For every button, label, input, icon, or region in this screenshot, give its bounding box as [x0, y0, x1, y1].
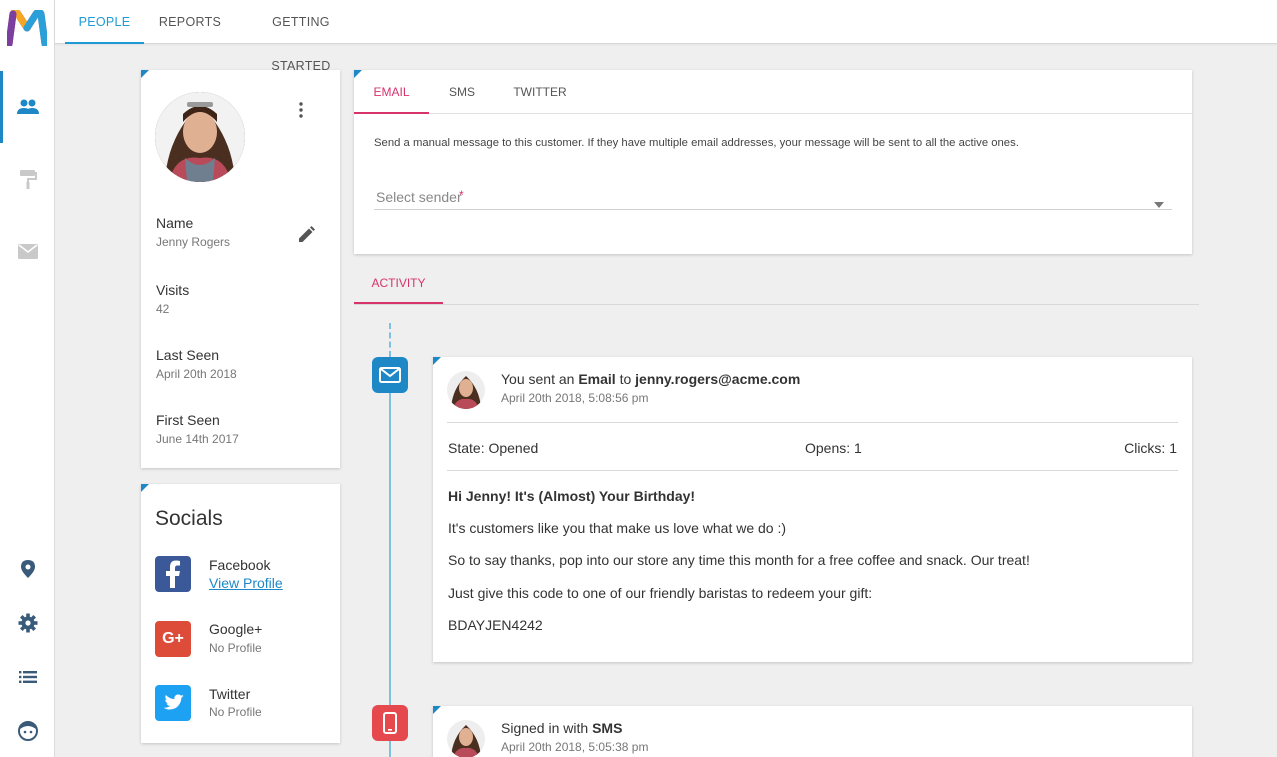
sender-select[interactable]: Select sender *: [374, 186, 1172, 210]
mail-icon[interactable]: [0, 233, 55, 269]
twitter-name: Twitter: [209, 686, 251, 702]
people-icon[interactable]: [0, 71, 55, 143]
location-icon[interactable]: [0, 551, 55, 587]
email-event-title: You sent an Email to jenny.rogers@acme.c…: [501, 371, 801, 387]
profile-card: Name Jenny Rogers Visits 42 Last Seen Ap…: [141, 70, 340, 468]
email-timeline-icon: [372, 357, 408, 393]
email-promo-code: BDAYJEN4242: [448, 617, 543, 633]
avatar: [447, 371, 485, 409]
name-value: Jenny Rogers: [156, 235, 231, 249]
last-seen-value: April 20th 2018: [156, 367, 237, 381]
timeline-dashed: [389, 323, 391, 357]
google-plus-status: No Profile: [209, 641, 262, 655]
socials-title: Socials: [155, 507, 223, 530]
first-seen-label: First Seen: [156, 412, 220, 428]
tab-people[interactable]: PEOPLE: [65, 0, 144, 44]
tab-getting-started[interactable]: GETTING STARTED: [241, 0, 361, 73]
timeline-line: [389, 393, 391, 706]
email-state: State: Opened: [448, 440, 539, 456]
socials-card: Socials Facebook View Profile G+ Google+…: [141, 484, 340, 743]
tab-sms[interactable]: SMS: [438, 70, 486, 114]
sms-event-timestamp: April 20th 2018, 5:05:38 pm: [501, 740, 649, 754]
email-clicks: Clicks: 1: [1124, 440, 1177, 456]
sidebar: [0, 0, 55, 757]
name-label: Name: [156, 215, 194, 231]
facebook-view-profile-link[interactable]: View Profile: [209, 575, 283, 591]
last-seen-label: Last Seen: [156, 347, 220, 363]
tab-twitter[interactable]: TWITTER: [504, 70, 576, 114]
edit-icon[interactable]: [299, 226, 315, 247]
avatar: [447, 720, 485, 757]
tab-activity[interactable]: ACTIVITY: [354, 263, 443, 304]
gear-icon[interactable]: [0, 605, 55, 641]
top-nav: PEOPLE REPORTS GETTING STARTED: [55, 0, 1277, 73]
chevron-down-icon: [1154, 195, 1164, 213]
tab-reports[interactable]: REPORTS: [153, 0, 227, 44]
google-plus-icon: G+: [155, 621, 191, 657]
facebook-name: Facebook: [209, 557, 271, 573]
message-description: Send a manual message to this customer. …: [374, 137, 1019, 149]
first-seen-value: June 14th 2017: [156, 432, 239, 446]
face-icon[interactable]: [0, 713, 55, 749]
email-body-line: Just give this code to one of our friend…: [448, 585, 873, 601]
required-mark: *: [459, 188, 464, 202]
phone-timeline-icon: [372, 705, 408, 741]
email-body-line: It's customers like you that make us lov…: [448, 520, 787, 536]
app-logo[interactable]: [5, 8, 49, 48]
sender-placeholder: Select sender: [376, 189, 462, 205]
email-body-line: So to say thanks, pop into our store any…: [448, 552, 1030, 568]
visits-label: Visits: [156, 282, 190, 298]
paint-roller-icon[interactable]: [0, 161, 55, 197]
avatar: [155, 92, 245, 182]
more-options-icon[interactable]: [297, 102, 305, 123]
twitter-status: No Profile: [209, 705, 262, 719]
sms-event-title: Signed in with SMS: [501, 720, 623, 736]
sms-event-card: Signed in with SMS April 20th 2018, 5:05…: [433, 706, 1192, 757]
visits-value: 42: [156, 302, 170, 316]
tab-email[interactable]: EMAIL: [354, 70, 429, 114]
email-event-timestamp: April 20th 2018, 5:08:56 pm: [501, 391, 649, 405]
twitter-icon: [155, 685, 191, 721]
list-icon[interactable]: [0, 659, 55, 695]
message-card: EMAIL SMS TWITTER Send a manual message …: [354, 70, 1192, 254]
email-opens: Opens: 1: [805, 440, 862, 456]
facebook-icon: [155, 556, 191, 592]
email-event-card: You sent an Email to jenny.rogers@acme.c…: [433, 357, 1192, 662]
email-subject: Hi Jenny! It's (Almost) Your Birthday!: [448, 488, 696, 504]
google-plus-name: Google+: [209, 621, 263, 637]
